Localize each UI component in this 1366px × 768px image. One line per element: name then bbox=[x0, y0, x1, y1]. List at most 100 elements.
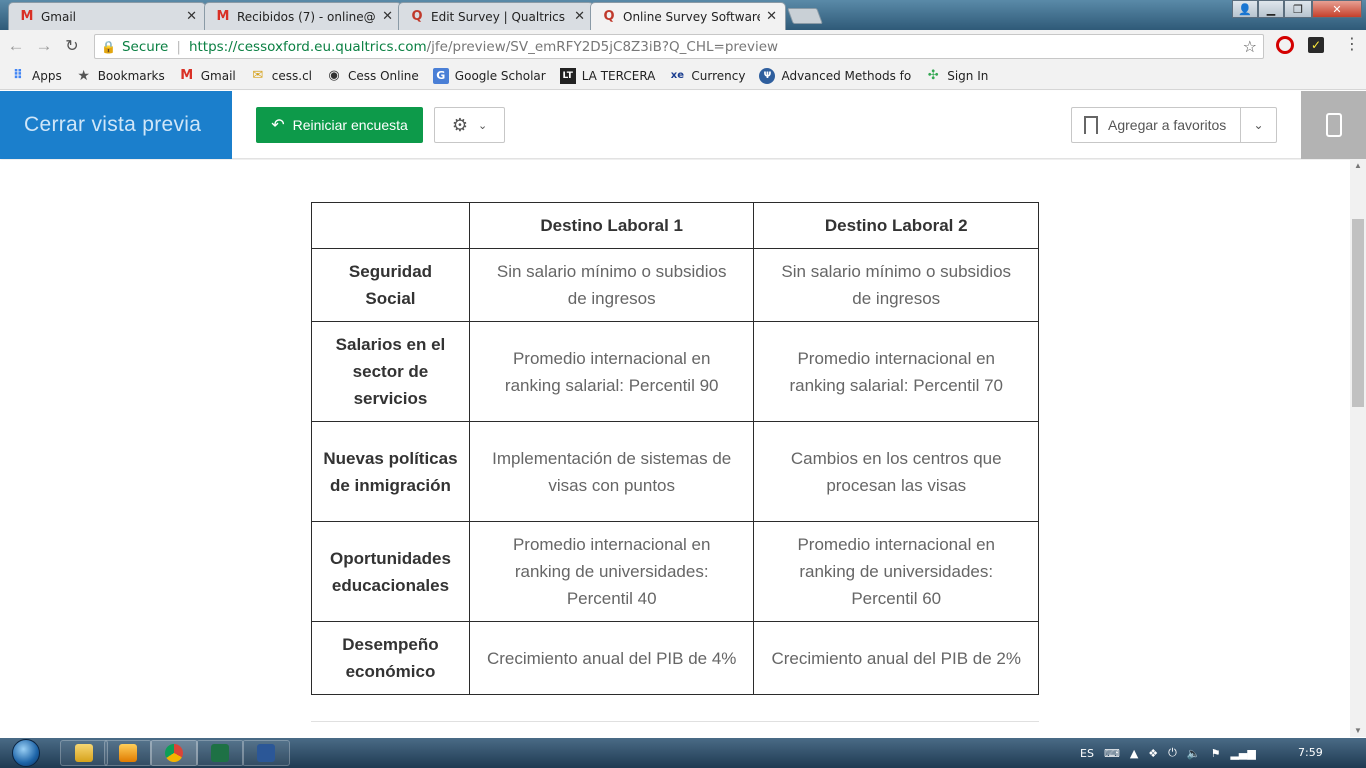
bookmark-bookmarks[interactable]: ★ Bookmarks bbox=[76, 67, 164, 84]
apps-grid-icon: ⠿ bbox=[12, 68, 24, 83]
action-center-flag-icon[interactable]: ⚑ bbox=[1211, 747, 1221, 760]
dropbox-icon[interactable]: ❖ bbox=[1148, 747, 1158, 760]
media-player-icon bbox=[119, 744, 137, 762]
bookmark-gmail[interactable]: M Gmail bbox=[179, 68, 235, 84]
secure-label: Secure bbox=[121, 38, 169, 55]
taskbar-excel[interactable] bbox=[196, 740, 244, 766]
url-host: https://cessoxford.eu.qualtrics.com bbox=[188, 38, 427, 55]
add-to-favorites-button[interactable]: Agregar a favoritos ⌄ bbox=[1071, 107, 1277, 143]
close-preview-button[interactable]: Cerrar vista previa bbox=[0, 91, 232, 159]
url-path: /jfe/preview/SV_emRFY2D5jC8Z3iB?Q_CHL=pr… bbox=[426, 38, 779, 55]
methods-icon: Ψ bbox=[759, 67, 776, 84]
chrome-icon bbox=[165, 744, 183, 762]
browser-tab-gmail[interactable]: M Gmail ✕ bbox=[8, 2, 206, 30]
scroll-down-arrow-icon[interactable]: ▼ bbox=[1354, 726, 1362, 735]
tray-expand-icon[interactable]: ▲ bbox=[1130, 747, 1138, 760]
qualtrics-icon: Q bbox=[411, 9, 423, 24]
extension-check-icon[interactable]: ✓ bbox=[1308, 37, 1324, 53]
option-2-value: Promedio internacional en ranking salari… bbox=[753, 321, 1039, 422]
attribute-label: Seguridad Social bbox=[311, 248, 470, 322]
windows-taskbar: ES ⌨ ▲ ❖ ⏻ 🔈 ⚑ ▂▄▆ 7:59 bbox=[0, 738, 1366, 768]
gmail-icon: M bbox=[20, 9, 34, 24]
close-icon[interactable]: ✕ bbox=[186, 9, 197, 24]
table-header-row: Destino Laboral 1 Destino Laboral 2 bbox=[311, 202, 1039, 249]
attribute-label: Nuevas políticas de inmigración bbox=[311, 421, 470, 522]
window-user-button[interactable]: 👤 bbox=[1232, 0, 1258, 18]
language-indicator[interactable]: ES bbox=[1080, 747, 1094, 760]
conjoint-table: Destino Laboral 1 Destino Laboral 2 Segu… bbox=[311, 202, 1039, 695]
keyboard-icon[interactable]: ⌨ bbox=[1104, 747, 1120, 760]
word-icon bbox=[257, 744, 275, 762]
gmail-icon: M bbox=[180, 68, 194, 83]
qualtrics-icon: Q bbox=[603, 9, 615, 24]
reload-icon[interactable]: ↻ bbox=[60, 34, 84, 58]
question-divider bbox=[311, 721, 1039, 722]
browser-menu-icon[interactable]: ⋮ bbox=[1344, 36, 1360, 54]
chevron-down-icon[interactable]: ⌄ bbox=[1240, 108, 1276, 142]
address-bar[interactable]: 🔒 Secure | https://cessoxford.eu.qualtri… bbox=[94, 34, 1264, 59]
network-signal-icon[interactable]: ▂▄▆ bbox=[1230, 747, 1255, 760]
bookmark-cess-cl[interactable]: ✉ cess.cl bbox=[250, 68, 312, 84]
settings-dropdown-button[interactable]: ⚙ ⌄ bbox=[434, 107, 505, 143]
page-scrollbar[interactable]: ▲ ▼ bbox=[1350, 159, 1366, 737]
bookmark-advanced-methods[interactable]: Ψ Advanced Methods fo bbox=[759, 67, 911, 84]
star-icon: ★ bbox=[77, 67, 90, 84]
scroll-up-arrow-icon[interactable]: ▲ bbox=[1354, 161, 1362, 170]
browser-tab-online-survey[interactable]: Q Online Survey Software | ✕ bbox=[590, 2, 786, 30]
bookmark-google-scholar[interactable]: G Google Scholar bbox=[432, 67, 546, 84]
signin-icon: ✣ bbox=[927, 68, 939, 83]
taskbar-clock[interactable]: 7:59 bbox=[1298, 746, 1323, 759]
system-tray: ES ⌨ ▲ ❖ ⏻ 🔈 ⚑ ▂▄▆ bbox=[1080, 738, 1266, 768]
undo-arrow-icon: ↶ bbox=[271, 117, 285, 134]
close-icon[interactable]: ✕ bbox=[574, 9, 585, 24]
window-close-icon[interactable]: ✕ bbox=[1312, 0, 1362, 18]
back-arrow-icon[interactable]: ← bbox=[4, 34, 28, 58]
gear-icon: ⚙ bbox=[451, 114, 468, 135]
table-row: Salarios en el sector de servicios Prome… bbox=[311, 321, 1039, 422]
bookmark-currency[interactable]: xe Currency bbox=[669, 68, 746, 84]
chevron-down-icon: ⌄ bbox=[477, 119, 488, 132]
start-button[interactable] bbox=[6, 738, 46, 768]
globe-icon: ◉ bbox=[328, 68, 340, 83]
new-tab-button[interactable] bbox=[787, 8, 823, 24]
close-icon[interactable]: ✕ bbox=[382, 9, 393, 24]
taskbar-word[interactable] bbox=[242, 740, 290, 766]
browser-toolbar: ← → ↻ 🔒 Secure | https://cessoxford.eu.q… bbox=[0, 30, 1366, 62]
option-2-value: Sin salario mínimo o subsidios de ingres… bbox=[753, 248, 1039, 322]
xe-icon: xe bbox=[670, 70, 684, 81]
forward-arrow-icon[interactable]: → bbox=[32, 34, 56, 58]
power-icon[interactable]: ⏻ bbox=[1168, 746, 1177, 760]
volume-icon[interactable]: 🔈 bbox=[1187, 747, 1201, 760]
bookmark-cess-online[interactable]: ◉ Cess Online bbox=[326, 68, 418, 84]
taskbar-explorer[interactable] bbox=[60, 740, 108, 766]
option-1-value: Implementación de sistemas de visas con … bbox=[468, 421, 755, 522]
option-2-value: Crecimiento anual del PIB de 2% bbox=[753, 621, 1039, 695]
option-1-value: Promedio internacional en ranking salari… bbox=[468, 321, 755, 422]
close-icon[interactable]: ✕ bbox=[766, 9, 777, 24]
bookmark-apps[interactable]: ⠿ Apps bbox=[10, 68, 62, 84]
attribute-label: Desempeño económico bbox=[311, 621, 470, 695]
excel-icon bbox=[211, 744, 229, 762]
bookmark-star-icon[interactable]: ☆ bbox=[1243, 37, 1257, 56]
folder-icon bbox=[75, 744, 93, 762]
bookmark-icon bbox=[1084, 116, 1098, 134]
attribute-label: Salarios en el sector de servicios bbox=[311, 321, 470, 422]
maximize-icon[interactable]: ❐ bbox=[1284, 0, 1312, 18]
table-row: Desempeño económico Crecimiento anual de… bbox=[311, 621, 1039, 695]
browser-tab-edit-survey[interactable]: Q Edit Survey | Qualtrics Su ✕ bbox=[398, 2, 594, 30]
taskbar-media-player[interactable] bbox=[104, 740, 152, 766]
header-cell-empty bbox=[311, 202, 470, 249]
table-row: Seguridad Social Sin salario mínimo o su… bbox=[311, 248, 1039, 322]
browser-tab-recibidos[interactable]: M Recibidos (7) - online@ce ✕ bbox=[204, 2, 402, 30]
mobile-preview-button[interactable] bbox=[1301, 91, 1366, 159]
table-row: Oportunidades educacionales Promedio int… bbox=[311, 521, 1039, 622]
browser-tabstrip: M Gmail ✕ M Recibidos (7) - online@ce ✕ … bbox=[0, 0, 1366, 30]
minimize-icon[interactable]: ▁ bbox=[1258, 0, 1284, 18]
scrollbar-thumb[interactable] bbox=[1352, 219, 1364, 407]
restart-survey-button[interactable]: ↶ Reiniciar encuesta bbox=[256, 107, 423, 143]
opera-extension-icon[interactable] bbox=[1276, 36, 1294, 54]
taskbar-chrome[interactable] bbox=[150, 740, 198, 766]
lock-icon: 🔒 bbox=[101, 39, 116, 54]
bookmark-sign-in[interactable]: ✣ Sign In bbox=[925, 68, 989, 84]
bookmark-la-tercera[interactable]: LT LA TERCERA bbox=[559, 67, 655, 84]
